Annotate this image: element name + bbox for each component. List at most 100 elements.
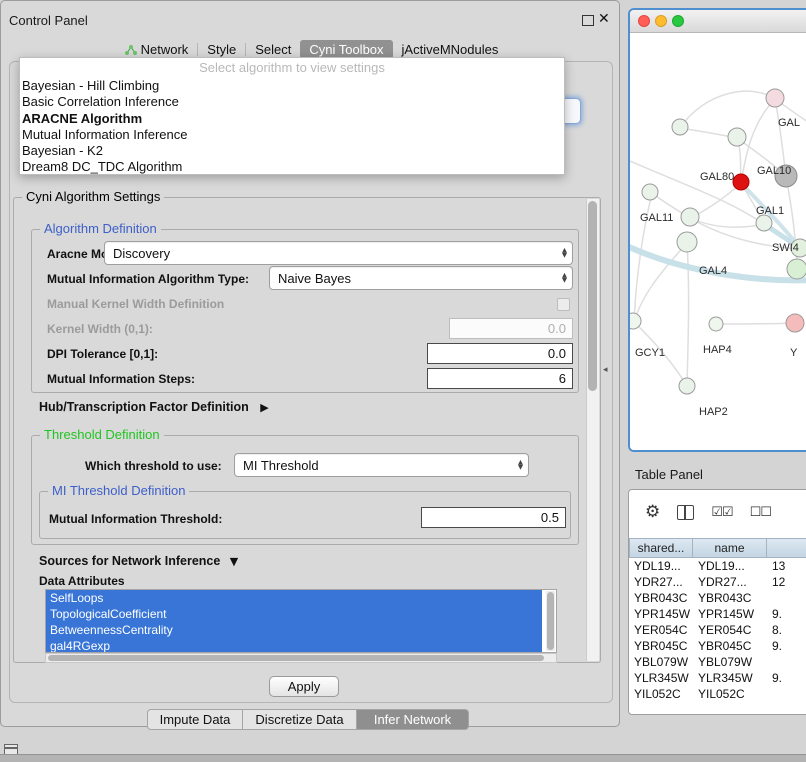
tab-label: Style	[207, 42, 236, 57]
sources-label: Sources for Network Inference	[39, 554, 220, 568]
columns-icon[interactable]	[677, 505, 694, 520]
network-node[interactable]	[733, 174, 749, 190]
apply-button[interactable]: Apply	[269, 676, 339, 697]
dropdown-item[interactable]: Bayesian - Hill Climbing	[20, 78, 564, 94]
network-node[interactable]	[679, 378, 695, 394]
field-value: 0.0	[548, 346, 566, 361]
dropdown-item[interactable]: Dream8 DC_TDC Algorithm	[20, 159, 564, 175]
network-edge[interactable]	[716, 323, 795, 324]
gear-icon[interactable]: ⚙	[645, 502, 660, 522]
network-node[interactable]	[728, 128, 746, 146]
table-cell: YER054C	[629, 623, 693, 637]
attributes-scrollbar-track[interactable]	[546, 591, 555, 651]
minimize-traffic-light-icon[interactable]	[655, 15, 667, 27]
network-view-window: GALGAL80GAL10GAL11GAL1SWI4GAL4GCY1HAP4YH…	[628, 8, 806, 452]
combo-value: Naive Bayes	[278, 271, 351, 286]
close-traffic-light-icon[interactable]	[638, 15, 650, 27]
network-node[interactable]	[756, 215, 772, 231]
dropdown-item[interactable]: Basic Correlation Inference	[20, 94, 564, 110]
attributes-hscrollbar-thumb[interactable]	[48, 655, 544, 661]
group-title: Algorithm Definition	[40, 221, 161, 236]
network-window-titlebar[interactable]	[630, 10, 806, 33]
dropdown-item[interactable]: Mutual Information Inference	[20, 127, 564, 143]
dropdown-item[interactable]: Bayesian - K2	[20, 143, 564, 159]
network-edge[interactable]	[680, 91, 775, 128]
bottom-window-edge	[0, 754, 806, 762]
float-window-icon[interactable]	[582, 15, 594, 26]
attribute-item-selected[interactable]: BetweennessCentrality	[46, 622, 542, 638]
clear-all-checks-icon[interactable]: ☐☐	[750, 505, 771, 520]
network-tab-icon	[124, 44, 137, 56]
network-edge[interactable]	[690, 218, 764, 227]
data-attributes-label: Data Attributes	[39, 574, 125, 588]
dropdown-item[interactable]: ARACNE Algorithm	[20, 111, 564, 127]
network-node[interactable]	[681, 208, 699, 226]
data-attributes-list[interactable]: SelfLoopsTopologicalCoefficientBetweenne…	[45, 589, 557, 653]
attribute-item-selected[interactable]: SelfLoops	[46, 590, 542, 606]
network-node[interactable]	[642, 184, 658, 200]
desktop: Control Panel ✕ Network Style Select Cyn…	[0, 0, 806, 762]
mi-steps-field[interactable]: 6	[427, 368, 573, 389]
table-row[interactable]: YLR345WYLR345W9.	[629, 670, 806, 686]
close-icon[interactable]: ✕	[598, 10, 610, 27]
dropdown-placeholder: Select algorithm to view settings	[20, 58, 564, 78]
column-header-partial[interactable]	[767, 538, 806, 558]
attributes-scrollbar-thumb[interactable]	[547, 592, 554, 650]
table-row[interactable]: YBL079WYBL079W	[629, 654, 806, 670]
panel-splitter-arrow-icon[interactable]: ◂	[603, 365, 608, 375]
mi-threshold-label: Mutual Information Threshold:	[49, 512, 222, 526]
table-row[interactable]: YBR045CYBR045C9.	[629, 638, 806, 654]
manual-kernel-checkbox[interactable]	[557, 298, 570, 311]
network-node-label: GAL1	[756, 205, 784, 217]
network-node-label: Y	[790, 347, 798, 359]
attributes-hscrollbar-track[interactable]	[45, 653, 557, 663]
mi-threshold-field[interactable]: 0.5	[421, 507, 566, 528]
network-node[interactable]	[786, 314, 804, 332]
control-panel-window: Control Panel ✕ Network Style Select Cyn…	[0, 0, 620, 727]
column-header-shared-name[interactable]: shared...	[629, 538, 693, 558]
sources-section-toggle[interactable]: Sources for Network Inference ▼	[39, 554, 238, 568]
network-node[interactable]	[677, 232, 697, 252]
tab-impute-data[interactable]: Impute Data	[147, 709, 243, 730]
mi-type-combobox[interactable]: Naive Bayes ▲▼	[269, 266, 573, 290]
kernel-width-field[interactable]: 0.0	[449, 318, 573, 339]
network-node[interactable]	[766, 89, 784, 107]
table-row[interactable]: YIL052CYIL052C	[629, 686, 806, 702]
algorithm-dropdown-popup: Select algorithm to view settings Bayesi…	[19, 57, 565, 175]
dpi-tolerance-field[interactable]: 0.0	[427, 343, 573, 364]
network-node[interactable]	[672, 119, 688, 135]
network-graph[interactable]: GALGAL80GAL10GAL11GAL1SWI4GAL4GCY1HAP4YH…	[630, 33, 806, 451]
table-panel-window: ⚙ ☑☑ ☐☐ shared... name YDL19...YDL19...1…	[628, 489, 806, 715]
column-header-name[interactable]: name	[693, 538, 767, 558]
hub-section-label: Hub/Transcription Factor Definition	[39, 400, 249, 414]
which-threshold-combobox[interactable]: MI Threshold ▲▼	[234, 453, 529, 477]
tab-label: Cyni Toolbox	[309, 42, 383, 57]
chevron-right-icon: ▶	[260, 401, 268, 414]
table-row[interactable]: YDR27...YDR27...12	[629, 574, 806, 590]
network-node[interactable]	[709, 317, 723, 331]
combo-value: Discovery	[113, 246, 170, 261]
settings-scrollbar-thumb[interactable]	[588, 201, 597, 391]
attribute-item-selected[interactable]: gal4RGexp	[46, 638, 542, 653]
zoom-traffic-light-icon[interactable]	[672, 15, 684, 27]
table-cell: YIL052C	[629, 687, 693, 701]
network-canvas[interactable]: GALGAL80GAL10GAL11GAL1SWI4GAL4GCY1HAP4YH…	[630, 33, 806, 451]
combo-stepper-icon: ▲▼	[562, 248, 567, 258]
dropdown-item-list: Bayesian - Hill ClimbingBasic Correlatio…	[20, 78, 564, 176]
attribute-item-selected[interactable]: TopologicalCoefficient	[46, 606, 542, 622]
hub-section-toggle[interactable]: Hub/Transcription Factor Definition ▶	[39, 400, 269, 414]
table-row[interactable]: YBR043CYBR043C	[629, 590, 806, 606]
network-node[interactable]	[787, 259, 806, 279]
table-cell: 8.	[767, 623, 806, 637]
table-row[interactable]: YDL19...YDL19...13	[629, 558, 806, 574]
field-value: 0.5	[541, 510, 559, 525]
kernel-width-label: Kernel Width (0,1):	[47, 322, 153, 336]
table-cell: YPR145W	[629, 607, 693, 621]
network-node[interactable]	[630, 313, 641, 329]
aracne-mode-combobox[interactable]: Discovery ▲▼	[104, 241, 573, 265]
select-all-checks-icon[interactable]: ☑☑	[711, 505, 732, 520]
tab-discretize-data[interactable]: Discretize Data	[242, 709, 357, 730]
table-row[interactable]: YPR145WYPR145W9.	[629, 606, 806, 622]
tab-infer-network[interactable]: Infer Network	[356, 709, 469, 730]
table-row[interactable]: YER054CYER054C8.	[629, 622, 806, 638]
